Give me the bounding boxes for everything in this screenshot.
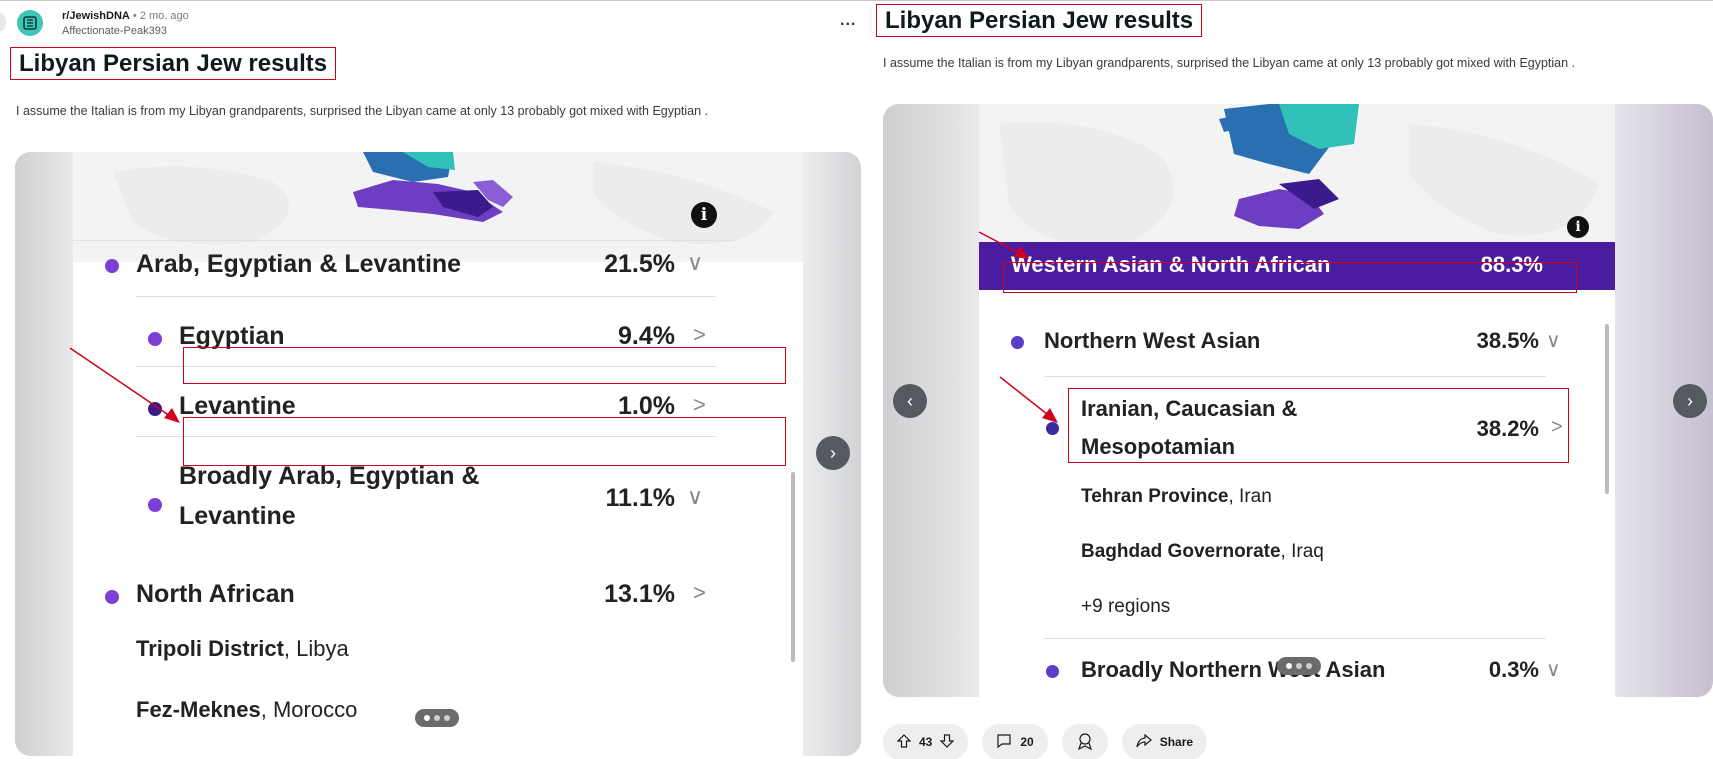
comments-button[interactable]: 20 [982, 724, 1048, 759]
scrollbar[interactable] [791, 472, 795, 662]
carousel-pager[interactable] [415, 709, 459, 727]
row-percent: 21.5% [604, 250, 675, 278]
award-button[interactable] [1061, 724, 1108, 759]
next-arrow-icon[interactable]: › [1673, 384, 1707, 418]
chevron-down-icon[interactable]: ∨ [1546, 328, 1561, 353]
world-map [979, 104, 1615, 262]
author-link[interactable]: Affectionate-Peak393 [62, 25, 167, 37]
map-graphic [999, 104, 1599, 246]
region-name: Baghdad Governorate [1081, 541, 1281, 562]
bullet-icon [148, 402, 162, 416]
more-options-icon[interactable]: ... [840, 12, 856, 30]
share-label: Share [1159, 735, 1194, 749]
chevron-right-icon[interactable]: > [693, 322, 706, 348]
region-more[interactable]: +9 regions [1081, 596, 1170, 618]
bullet-icon [148, 332, 162, 346]
row-label: Arab, Egyptian & Levantine [136, 250, 462, 278]
highlight-box [1003, 262, 1577, 293]
chevron-down-icon[interactable]: ∨ [1546, 657, 1561, 682]
post-body: I assume the Italian is from my Libyan g… [883, 56, 1576, 70]
comment-icon [996, 733, 1012, 752]
row-percent: 13.1% [604, 580, 675, 608]
highlight-box [183, 417, 786, 466]
post-time: 2 mo. ago [139, 10, 189, 22]
row-label: North African [136, 580, 295, 608]
comment-count: 20 [1020, 735, 1034, 749]
top-divider [0, 0, 1713, 1]
row-label: Northern West Asian [1044, 328, 1261, 353]
region-country: , Morocco [260, 697, 358, 722]
prev-arrow-icon[interactable]: ‹ [893, 384, 927, 418]
region-item: Tehran Province, Iran [1081, 486, 1272, 508]
downvote-icon[interactable] [939, 733, 955, 751]
more-regions-link[interactable]: +9 regions [1081, 596, 1170, 617]
cropped-avatar [0, 13, 6, 31]
region-name: Fez-Meknes [136, 697, 261, 722]
section-divider [73, 240, 735, 241]
subreddit-avatar[interactable] [17, 10, 43, 36]
highlight-box [1068, 388, 1569, 463]
carousel-pager[interactable] [1277, 657, 1321, 675]
region-name: Tripoli District [136, 636, 284, 661]
bullet-icon [1011, 336, 1024, 349]
region-item: Baghdad Governorate, Iraq [1081, 541, 1324, 563]
info-icon[interactable]: i [1567, 216, 1589, 238]
region-country: , Libya [283, 636, 349, 661]
row-percent: 38.5% [1476, 328, 1539, 353]
vote-pill: 43 [883, 724, 969, 759]
post-title[interactable]: Libyan Persian Jew results [876, 4, 1203, 37]
region-item: Tripoli District, Libya [136, 636, 349, 662]
row-percent: 11.1% [605, 484, 675, 512]
upvote-icon[interactable] [896, 733, 912, 751]
chevron-right-icon[interactable]: > [693, 580, 706, 606]
row-percent: 0.3% [1488, 657, 1539, 682]
region-item: Fez-Meknes, Morocco [136, 697, 357, 723]
row-label-line2: Levantine [179, 502, 296, 530]
post-title[interactable]: Libyan Persian Jew results [10, 47, 337, 80]
region-name: Tehran Province [1081, 486, 1229, 507]
scrollbar[interactable] [1605, 324, 1609, 494]
chevron-down-icon[interactable]: ∨ [687, 250, 703, 276]
row-label: Broadly Northern West Asian [1081, 657, 1386, 682]
carousel-blur-left [15, 152, 73, 756]
share-button[interactable]: Share [1121, 724, 1208, 759]
chevron-right-icon[interactable]: > [693, 392, 706, 418]
row-label-line1: Broadly Arab, Egyptian & [179, 462, 480, 490]
bullet-icon [1046, 422, 1059, 435]
post-body: I assume the Italian is from my Libyan g… [16, 104, 709, 118]
bullet-icon [105, 590, 119, 604]
post-meta: r/JewishDNA • 2 mo. ago [62, 10, 189, 22]
bullet-icon [105, 259, 119, 273]
info-icon[interactable]: i [691, 202, 717, 228]
vote-count: 43 [919, 735, 933, 749]
bullet-icon [148, 498, 162, 512]
row-divider [1044, 638, 1546, 639]
row-divider [1044, 376, 1546, 377]
meta-separator: • [132, 10, 137, 22]
region-country: , Iraq [1280, 541, 1324, 562]
row-divider [136, 296, 716, 297]
highlight-box [183, 347, 786, 384]
region-country: , Iran [1228, 486, 1272, 507]
subreddit-link[interactable]: r/JewishDNA [62, 10, 130, 22]
next-arrow-icon[interactable]: › [816, 436, 850, 470]
post-actions: 43 20 Share [883, 724, 1208, 759]
share-icon [1136, 733, 1152, 752]
award-icon [1076, 732, 1094, 753]
bullet-icon [1046, 665, 1059, 678]
chevron-down-icon[interactable]: ∨ [687, 484, 703, 510]
dna-icon [23, 16, 37, 30]
